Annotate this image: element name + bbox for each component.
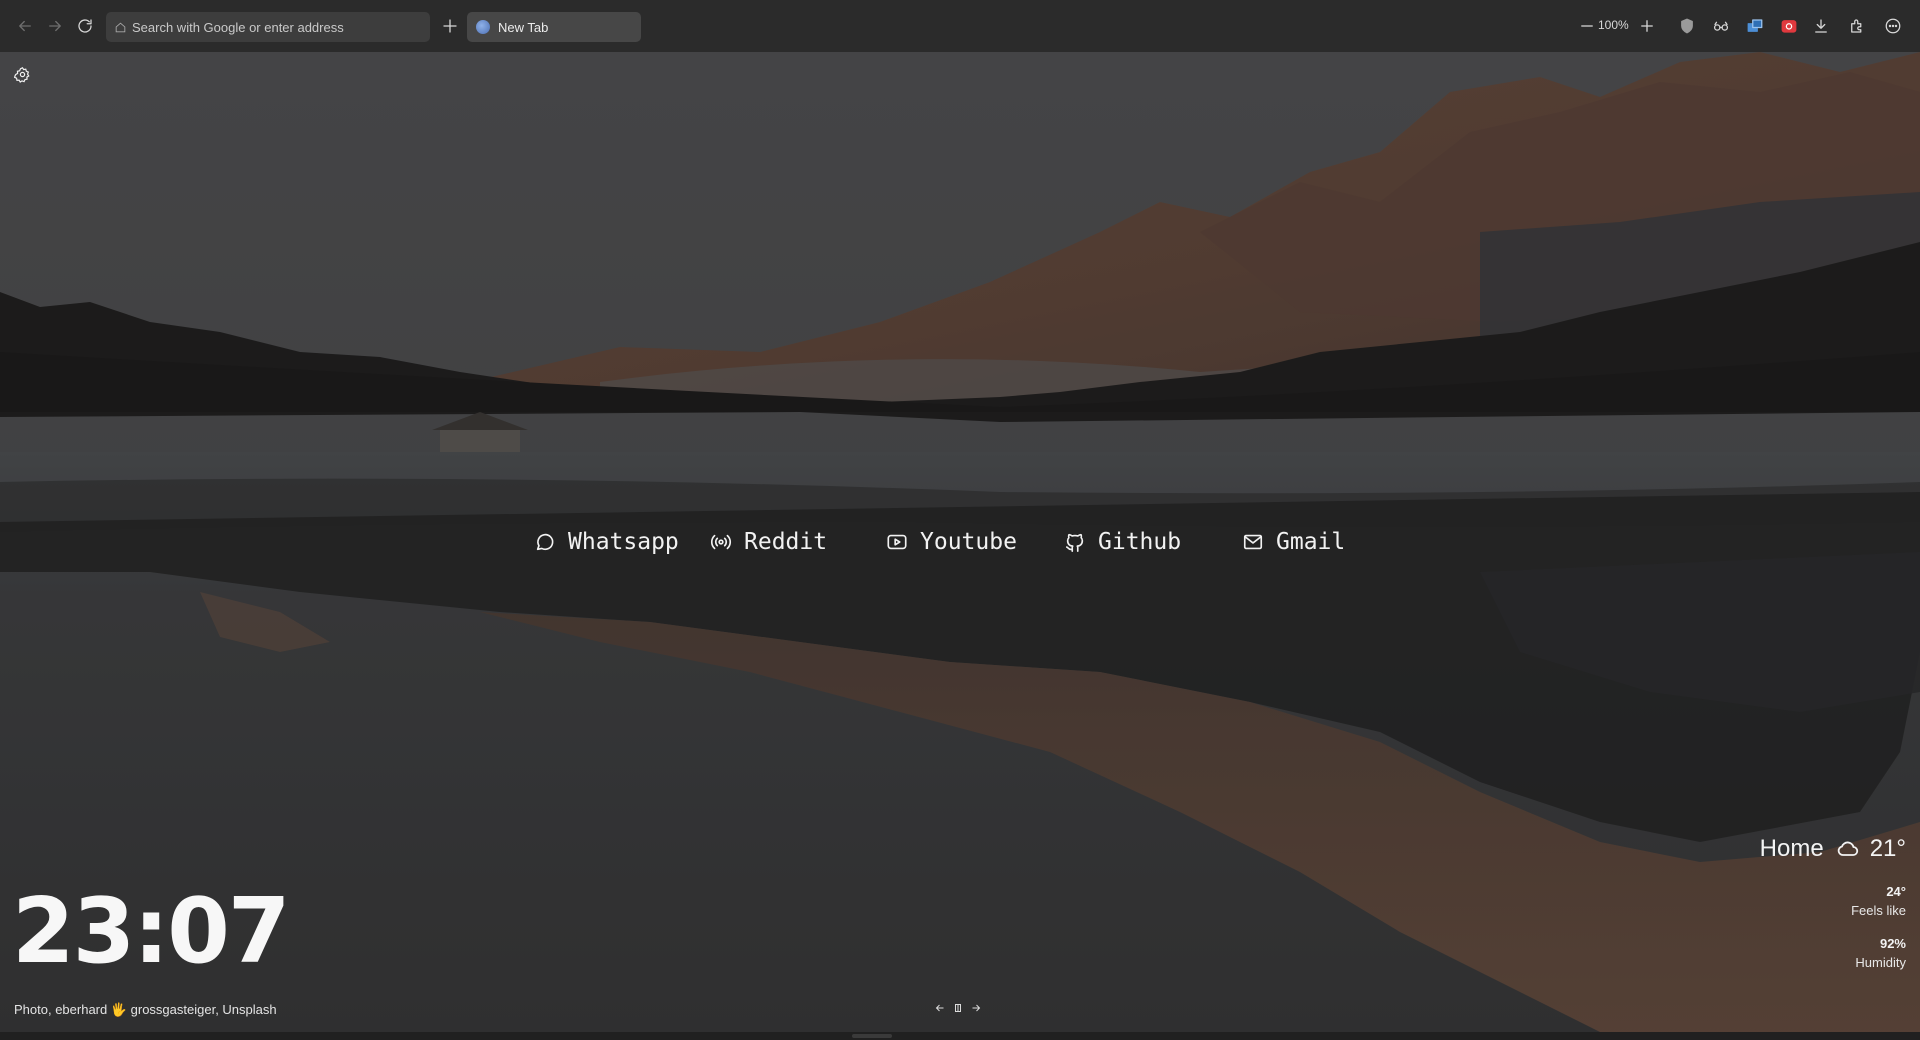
arrow-left-icon xyxy=(935,1004,944,1012)
link-whatsapp[interactable]: Whatsapp xyxy=(534,524,679,560)
windows-icon xyxy=(1747,19,1763,32)
address-placeholder: Search with Google or enter address xyxy=(132,19,344,35)
feels-like-label: Feels like xyxy=(1851,903,1906,918)
clock: 23:07 xyxy=(12,879,290,984)
weather-widget: Home 21° 24° Feels like 92% Humidity xyxy=(1646,832,1906,970)
screenshot-extension-button[interactable] xyxy=(1776,13,1802,39)
link-github[interactable]: Github xyxy=(1064,524,1181,560)
weather-temperature: 21° xyxy=(1869,835,1906,862)
previous-wallpaper-button[interactable] xyxy=(932,999,948,1017)
address-bar[interactable]: Search with Google or enter address xyxy=(106,12,430,42)
arrow-left-icon xyxy=(19,20,31,32)
cloud-icon xyxy=(1837,841,1858,856)
weather-location: Home xyxy=(1759,835,1824,862)
link-label: Reddit xyxy=(744,529,828,555)
link-reddit[interactable]: Reddit xyxy=(710,524,827,560)
arrow-right-icon xyxy=(972,1004,981,1012)
bottom-handle xyxy=(852,1034,892,1038)
weather-summary: Home 21° xyxy=(1646,832,1906,866)
zoom-in-button[interactable] xyxy=(1634,13,1660,39)
link-label: Youtube xyxy=(920,529,1017,555)
settings-button[interactable] xyxy=(13,66,36,88)
link-gmail[interactable]: Gmail xyxy=(1242,524,1345,560)
glasses-icon xyxy=(1713,21,1729,31)
link-label: Github xyxy=(1098,529,1182,555)
bottom-bar xyxy=(0,1032,1920,1040)
play-icon xyxy=(887,534,907,550)
next-wallpaper-button[interactable] xyxy=(968,999,984,1017)
chat-bubble-icon xyxy=(536,533,554,551)
wallpaper-controls xyxy=(932,999,984,1017)
zoom-out-button[interactable] xyxy=(1574,13,1600,39)
tab-favicon-icon xyxy=(476,20,490,34)
tab-title: New Tab xyxy=(498,19,549,35)
back-button[interactable] xyxy=(12,13,38,39)
mail-icon xyxy=(1243,534,1263,550)
link-label: Gmail xyxy=(1276,529,1346,555)
feels-like-value: 24° xyxy=(1886,884,1906,899)
pause-icon xyxy=(955,1004,961,1012)
minus-icon xyxy=(1581,25,1593,27)
link-youtube[interactable]: Youtube xyxy=(886,524,1017,560)
plus-icon xyxy=(443,19,457,33)
new-tab-button[interactable] xyxy=(437,13,463,39)
more-icon xyxy=(1885,18,1901,34)
photo-credit[interactable]: Photo, eberhard 🖐 grossgasteiger, Unspla… xyxy=(14,1002,277,1018)
extensions-button[interactable] xyxy=(1844,13,1870,39)
reload-icon xyxy=(78,19,92,33)
menu-button[interactable] xyxy=(1880,13,1906,39)
pause-wallpaper-button[interactable] xyxy=(950,999,966,1017)
browser-toolbar: Search with Google or enter address New … xyxy=(0,0,1920,52)
reload-button[interactable] xyxy=(72,13,98,39)
glasses-extension-button[interactable] xyxy=(1708,13,1734,39)
downloads-button[interactable] xyxy=(1808,13,1834,39)
translate-extension-button[interactable] xyxy=(1742,13,1768,39)
link-label: Whatsapp xyxy=(568,529,679,555)
new-tab-page: Whatsapp Reddit Youtube Github Gmail 23:… xyxy=(0,52,1920,1032)
humidity-label: Humidity xyxy=(1855,955,1906,970)
camera-icon xyxy=(1781,20,1797,33)
github-icon xyxy=(1065,533,1084,552)
forward-button[interactable] xyxy=(42,13,68,39)
download-icon xyxy=(1815,19,1827,33)
zoom-level[interactable]: 100% xyxy=(1598,18,1629,32)
gear-icon xyxy=(13,66,30,83)
plus-icon xyxy=(1641,20,1653,32)
broadcast-icon xyxy=(710,534,732,550)
shield-icon xyxy=(1681,18,1693,34)
arrow-right-icon xyxy=(49,20,61,32)
puzzle-icon xyxy=(1851,19,1862,33)
humidity-value: 92% xyxy=(1879,936,1906,951)
home-icon xyxy=(115,22,126,32)
tab-new-tab[interactable]: New Tab xyxy=(467,12,641,42)
shield-extension-button[interactable] xyxy=(1674,13,1700,39)
